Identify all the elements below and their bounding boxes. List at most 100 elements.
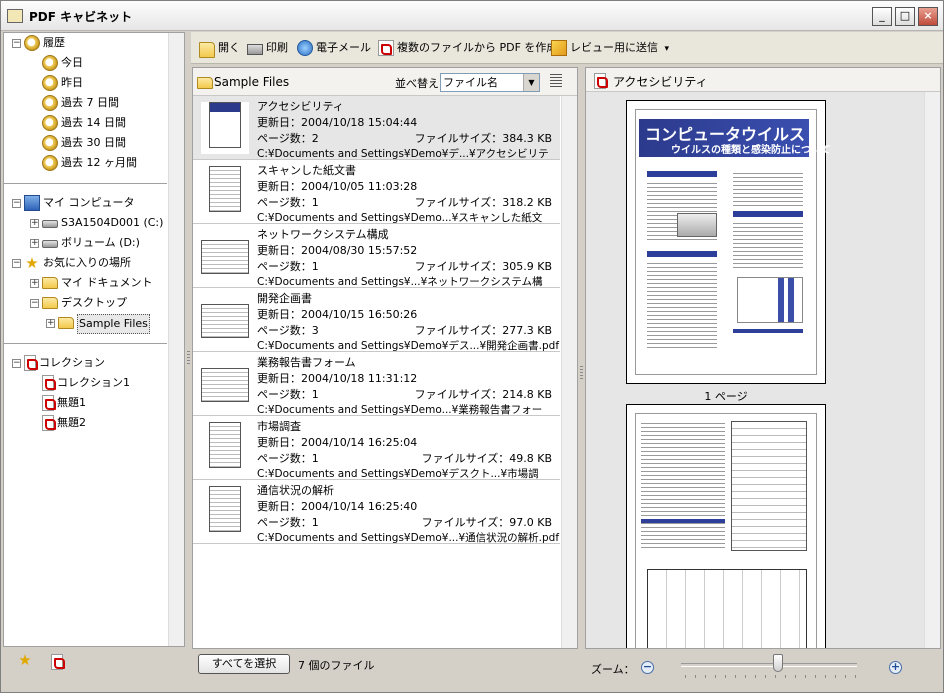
section-heading-bar: [733, 211, 803, 217]
pdf-collection-icon: [42, 395, 56, 411]
tree-item-today[interactable]: 今日: [42, 54, 83, 72]
tree-item-label: 無題2: [57, 416, 86, 429]
hard-drive-icon: [42, 220, 58, 228]
clock-icon: [42, 155, 58, 171]
favorites-collapse-toggle[interactable]: −: [12, 259, 21, 268]
zoom-slider[interactable]: [681, 663, 857, 667]
file-row[interactable]: 市場調査 更新日：2004/10/14 16:25:04 ページ数：1 ファイルサイズ…: [193, 416, 560, 495]
collections-collapse-toggle[interactable]: −: [12, 359, 21, 368]
file-list-scrollbar[interactable]: [561, 96, 577, 648]
clock-icon: [42, 115, 58, 131]
tree-item-untitled-2[interactable]: 無題2: [42, 414, 86, 432]
file-row[interactable]: 開発企画書 更新日：2004/10/15 16:50:26 ページ数：3 ファイルサイ…: [193, 288, 560, 352]
thumbnail-page: [201, 304, 249, 338]
right-splitter[interactable]: [580, 366, 583, 380]
tree-item-untitled-1[interactable]: 無題1: [42, 394, 86, 412]
create-pdf-from-files-button[interactable]: 複数のファイルから PDF を作成: [378, 38, 557, 58]
tree-item-past-12-months[interactable]: 過去 12 ヶ月間: [42, 154, 137, 172]
file-name: スキャンした紙文書: [257, 164, 356, 177]
tree-item-drive-d[interactable]: ボリューム (D:): [42, 234, 140, 252]
email-button[interactable]: 電子メール: [297, 38, 371, 58]
section-heading-bar: [641, 519, 725, 523]
tree-item-favorites[interactable]: ★ お気に入りの場所: [24, 254, 131, 272]
select-all-button[interactable]: すべてを選択: [198, 654, 290, 674]
star-folder-icon: ★: [25, 254, 39, 272]
file-page-count: ページ数：1: [257, 388, 319, 401]
computer-collapse-toggle[interactable]: −: [12, 199, 21, 208]
clock-icon: [42, 75, 58, 91]
maximize-button[interactable]: □: [895, 7, 915, 26]
file-page-count: ページ数：1: [257, 260, 319, 273]
dropdown-arrow-icon: ▾: [664, 44, 670, 54]
tree-item-my-computer[interactable]: マイ コンピュータ: [24, 194, 135, 212]
tree-item-my-documents[interactable]: マイ ドキュメント: [42, 274, 153, 292]
tree-item-sample-files[interactable]: Sample Files: [58, 314, 150, 334]
file-page-count: ページ数：2: [257, 132, 319, 145]
tree-divider: [4, 183, 167, 184]
sort-order-icon[interactable]: [550, 74, 562, 88]
thumbnail-page: [209, 422, 241, 468]
tree-item-label: 過去 30 日間: [61, 136, 126, 149]
file-row[interactable]: ネットワークシステム構成 更新日：2004/08/30 15:57:52 ページ数：…: [193, 224, 560, 303]
tree-item-collection-1[interactable]: コレクション1: [42, 374, 130, 392]
file-page-count: ページ数：3: [257, 324, 319, 337]
file-modified-date: 更新日：2004/08/30 15:57:52: [257, 244, 418, 257]
sample-files-expand-toggle[interactable]: +: [46, 319, 55, 328]
tree-item-drive-c[interactable]: S3A1504D001 (C:): [42, 214, 163, 232]
file-row[interactable]: 通信状況の解析 更新日：2004/10/14 16:25:40 ページ数：1 ファイル…: [193, 480, 560, 544]
desktop-collapse-toggle[interactable]: −: [30, 299, 39, 308]
pdf-thumbnail: [201, 358, 249, 410]
pdf-thumbnail: [201, 230, 249, 282]
sort-dropdown[interactable]: ファイル名 ▼: [440, 73, 540, 92]
preview-page-2[interactable]: [626, 404, 826, 648]
send-for-review-button[interactable]: レビュー用に送信 ▾: [551, 38, 669, 58]
file-size: ファイルサイズ：384.3 KB: [414, 132, 552, 145]
zoom-in-button[interactable]: +: [889, 661, 902, 674]
preview-page-1[interactable]: コンピュータウイルス ウイルスの種類と感染防止について: [626, 100, 831, 384]
computer-icon: [24, 195, 40, 211]
left-splitter[interactable]: [187, 351, 190, 365]
tree-item-collections[interactable]: コレクション: [24, 354, 105, 372]
file-size: ファイルサイズ：97.0 KB: [421, 516, 552, 529]
chevron-down-icon: ▼: [523, 74, 539, 91]
preview-pane: アクセシビリティ コンピュータウイルス ウイルスの種類と感染防止について 1 ペ…: [585, 67, 941, 649]
file-count: 7 個のファイル: [298, 659, 375, 672]
file-row[interactable]: スキャンした紙文書 更新日：2004/10/05 11:03:28 ページ数：1 ファ…: [193, 160, 560, 239]
tree-item-past-7-days[interactable]: 過去 7 日間: [42, 94, 119, 112]
zoom-slider-thumb[interactable]: [772, 654, 783, 672]
tree-item-yesterday[interactable]: 昨日: [42, 74, 83, 92]
file-name: 開発企画書: [257, 292, 312, 305]
file-page-count: ページ数：1: [257, 452, 319, 465]
tree-item-label: デスクトップ: [61, 296, 127, 309]
file-path: C:¥Documents and Settings¥Demo¥デス...¥開発企…: [257, 340, 560, 352]
tree-item-history[interactable]: 履歴: [24, 34, 65, 52]
print-button[interactable]: 印刷: [247, 38, 288, 58]
tree-footer: ★: [3, 649, 185, 691]
preview-title: アクセシビリティ: [613, 75, 708, 89]
add-favorite-icon[interactable]: ★: [17, 652, 33, 668]
pdf-thumbnail: [201, 294, 249, 346]
file-row[interactable]: アクセシビリティ 更新日：2004/10/18 15:04:44 ページ数：2 ファイ…: [193, 96, 560, 175]
tree-item-past-30-days[interactable]: 過去 30 日間: [42, 134, 126, 152]
tree-item-label: マイ コンピュータ: [43, 196, 135, 209]
tree-item-past-14-days[interactable]: 過去 14 日間: [42, 114, 126, 132]
zoom-out-button[interactable]: −: [641, 661, 654, 674]
tree-item-label: 無題1: [57, 396, 86, 409]
open-button[interactable]: 開く: [199, 38, 240, 58]
window-title: PDF キャビネット: [29, 10, 133, 24]
my-documents-expand-toggle[interactable]: +: [30, 279, 39, 288]
drive-d-expand-toggle[interactable]: +: [30, 239, 39, 248]
history-collapse-toggle[interactable]: −: [12, 39, 21, 48]
tree-item-desktop[interactable]: デスクトップ: [42, 294, 127, 312]
new-collection-icon[interactable]: [51, 654, 65, 670]
close-button[interactable]: ×: [918, 7, 938, 26]
tree-scrollbar[interactable]: [168, 33, 184, 646]
minimize-button[interactable]: _: [872, 7, 892, 26]
drive-c-expand-toggle[interactable]: +: [30, 219, 39, 228]
preview-scrollbar[interactable]: [924, 92, 940, 648]
table-illustration: [731, 421, 807, 551]
tree-divider: [4, 343, 167, 344]
file-size: ファイルサイズ：305.9 KB: [414, 260, 552, 273]
page-number-label: 1 ページ: [704, 390, 748, 403]
file-row[interactable]: 業務報告書フォーム 更新日：2004/10/18 11:31:12 ページ数：1 ファ…: [193, 352, 560, 431]
